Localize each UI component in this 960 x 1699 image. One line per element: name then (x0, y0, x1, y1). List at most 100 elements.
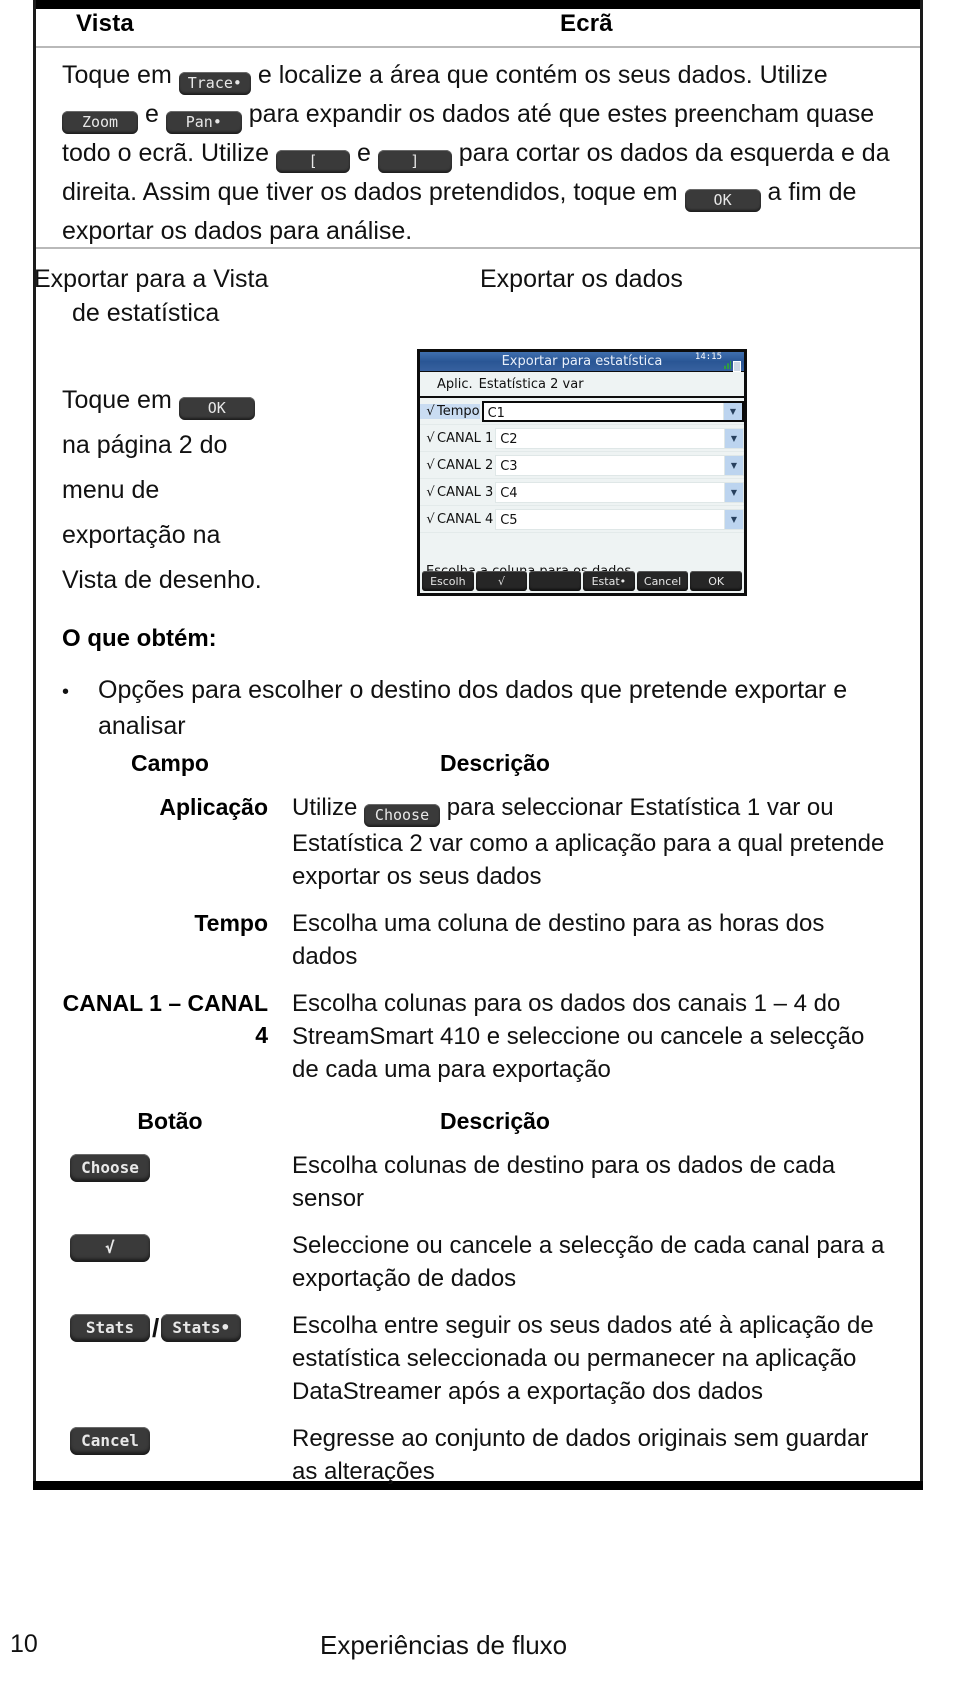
table-row: Tempo Escolha uma coluna de destino para … (62, 907, 892, 973)
calculator-toolbar-button[interactable]: Escolh (422, 571, 474, 591)
separator-slash: / (152, 1313, 160, 1343)
checkmark-icon[interactable]: √ (424, 404, 437, 419)
trace-key-icon: Trace• (178, 72, 251, 95)
calculator-row[interactable]: √ Tempo C1 ▼ (420, 398, 744, 425)
calculator-row-value[interactable]: C1 ▼ (481, 400, 744, 422)
calculator-row[interactable]: √ CANAL 2 C3 ▼ (420, 452, 744, 479)
cancel-key-icon: Cancel (70, 1427, 150, 1455)
table-campo-header: Campo Descrição (62, 750, 892, 777)
table-campo-header-field: Campo (131, 750, 209, 776)
table-row: Aplicação Utilize Choose para seleccionar… (62, 791, 892, 893)
frame-left-border (33, 0, 36, 1490)
calculator-row-label: √ Tempo (420, 403, 480, 419)
table-row: Choose Escolha colunas de destino para os… (62, 1149, 892, 1215)
section-heading-obtem: O que obtém: (62, 625, 217, 652)
table-botao-header: Botão Descrição (62, 1108, 892, 1135)
checkmark-icon[interactable]: √ (424, 431, 437, 446)
calculator-rows: √ Tempo C1 ▼ √ CANAL 1 C2 ▼ √ CANAL 2 C3 ▼ √ CANAL 3C… (420, 398, 744, 533)
checkmark-icon[interactable]: √ (424, 485, 437, 500)
chevron-down-icon[interactable]: ▼ (724, 455, 743, 475)
left-step-line-1: Toque em OK (62, 378, 362, 423)
chevron-down-icon[interactable]: ▼ (724, 509, 743, 529)
calculator-toolbar-button[interactable] (529, 571, 582, 591)
page-number: 10 (10, 1630, 38, 1658)
table-row: CANAL 1 – CANAL 4 Escolha colunas para os… (62, 987, 892, 1086)
bullet-item: • Opções para escolher o destino dos dad… (62, 672, 862, 744)
table-cell-button: √ (62, 1229, 278, 1295)
intro-text-1: Toque em (62, 61, 172, 89)
table-botao-body: Choose Escolha colunas de destino para os… (62, 1149, 892, 1488)
calculator-row[interactable]: √ CANAL 4 C5 ▼ (420, 506, 744, 533)
description-text-pre: Utilize (292, 794, 365, 821)
signal-icon (724, 361, 731, 369)
chevron-down-icon[interactable]: ▼ (723, 402, 742, 420)
ok-key-icon: OK (684, 189, 761, 212)
table-row: Stats / Stats• Escolha entre seguir os seus… (62, 1309, 892, 1408)
left-step-line-2: na página 2 do (62, 431, 228, 459)
calculator-row[interactable]: √ CANAL 3 C4 ▼ (420, 479, 744, 506)
column-header-vista: Vista (76, 10, 134, 37)
caption-right: Exportar os dados (480, 265, 683, 293)
table-campo-header-desc: Descrição (440, 750, 550, 776)
calculator-toolbar-button[interactable]: Estat• (583, 571, 635, 591)
description-text: Escolha uma coluna de destino para as ho… (292, 910, 825, 970)
calculator-title-text: Exportar para estatística (501, 354, 663, 369)
table-campo-body: Aplicação Utilize Choose para seleccionar… (62, 791, 892, 1086)
calculator-row-label: √ CANAL 2 (420, 458, 493, 473)
calculator-row[interactable]: √ CANAL 1 C2 ▼ (420, 425, 744, 452)
status-icons (724, 360, 741, 372)
table-row: √ Seleccione ou cancele a selecção de cad… (62, 1229, 892, 1295)
frame-right-border (920, 0, 923, 1490)
-key-icon: √ (70, 1234, 150, 1262)
chevron-down-icon[interactable]: ▼ (724, 482, 743, 502)
calculator-row-value[interactable]: C3 ▼ (495, 454, 744, 476)
choose-key-icon: Choose (70, 1154, 150, 1182)
left-step-line-3: menu de (62, 476, 160, 504)
caption-left-line1: Exportar para a Vista (34, 265, 269, 293)
calculator-screenshot: Exportar para estatística 14:15 Aplic. E… (417, 349, 747, 596)
calculator-toolbar-button[interactable]: Cancel (636, 571, 689, 591)
battery-icon (733, 361, 741, 372)
table-cell-button: Stats / Stats• (62, 1309, 278, 1408)
table-cell-field: CANAL 1 – CANAL 4 (62, 990, 268, 1048)
ok-key-icon-2: OK (178, 397, 255, 420)
aplic-value[interactable]: Estatística 2 var (474, 373, 744, 395)
table-cell-description: Regresse ao conjunto de dados originais … (292, 1425, 869, 1485)
intro-text-5: e (356, 139, 371, 167)
checkmark-icon[interactable]: √ (424, 458, 437, 473)
calculator-row-label: √ CANAL 3 (420, 485, 493, 500)
caption-left-line2: de estatística (72, 299, 220, 327)
left-bracket-key-icon: [ (276, 150, 350, 173)
calculator-toolbar-button[interactable]: √ (475, 571, 528, 591)
intro-text-3: e (144, 100, 159, 128)
description-text: Escolha colunas para os dados dos canais… (292, 990, 865, 1083)
table-cell-description: Escolha entre seguir os seus dados até à… (292, 1312, 874, 1405)
calculator-row-aplic[interactable]: Aplic. Estatística 2 var (420, 372, 744, 398)
checkmark-icon[interactable]: √ (424, 512, 437, 527)
calculator-row-value[interactable]: C4 ▼ (495, 481, 744, 503)
chevron-down-icon[interactable]: ▼ (724, 428, 743, 448)
right-bracket-key-icon: ] (377, 150, 452, 173)
calculator-spacer (420, 533, 744, 561)
calculator-title-bar: Exportar para estatística 14:15 (420, 352, 744, 372)
calculator-clock: 14:15 (694, 352, 722, 362)
calculator-row-value[interactable]: C5 ▼ (495, 508, 744, 530)
table-cell-description: Seleccione ou cancele a selecção de cada… (292, 1232, 885, 1292)
left-step-line-4: exportação na (62, 521, 221, 549)
intro-text-2: e localize a área que contém os seus dad… (257, 61, 828, 89)
document-page: Vista Ecrã Toque em Trace• e localize a … (0, 0, 960, 1699)
bullet-text: Opções para escolher o destino dos dados… (98, 676, 848, 740)
table-cell-description: Escolha uma coluna de destino para as ho… (278, 907, 892, 973)
footer-title: Experiências de fluxo (320, 1630, 568, 1660)
table-cell-description: Utilize Choose para seleccionar Estatíst… (278, 791, 892, 893)
stats-key-icon: Stats (70, 1314, 150, 1342)
intro-paragraph: Toque em Trace• e localize a área que co… (62, 56, 892, 251)
header-separator-rule (36, 46, 920, 48)
calculator-toolbar-button[interactable]: OK (690, 571, 743, 591)
stats-key-icon: Stats• (161, 1314, 242, 1342)
choose-key-icon: Choose (364, 804, 441, 827)
calculator-row-value[interactable]: C2 ▼ (495, 427, 744, 449)
calculator-row-label: √ CANAL 4 (420, 512, 493, 527)
left-steps-block: Toque em OK na página 2 do menu de expor… (62, 378, 362, 603)
calculator-toolbar: Escolh √ Estat• Cancel OK (420, 571, 744, 593)
